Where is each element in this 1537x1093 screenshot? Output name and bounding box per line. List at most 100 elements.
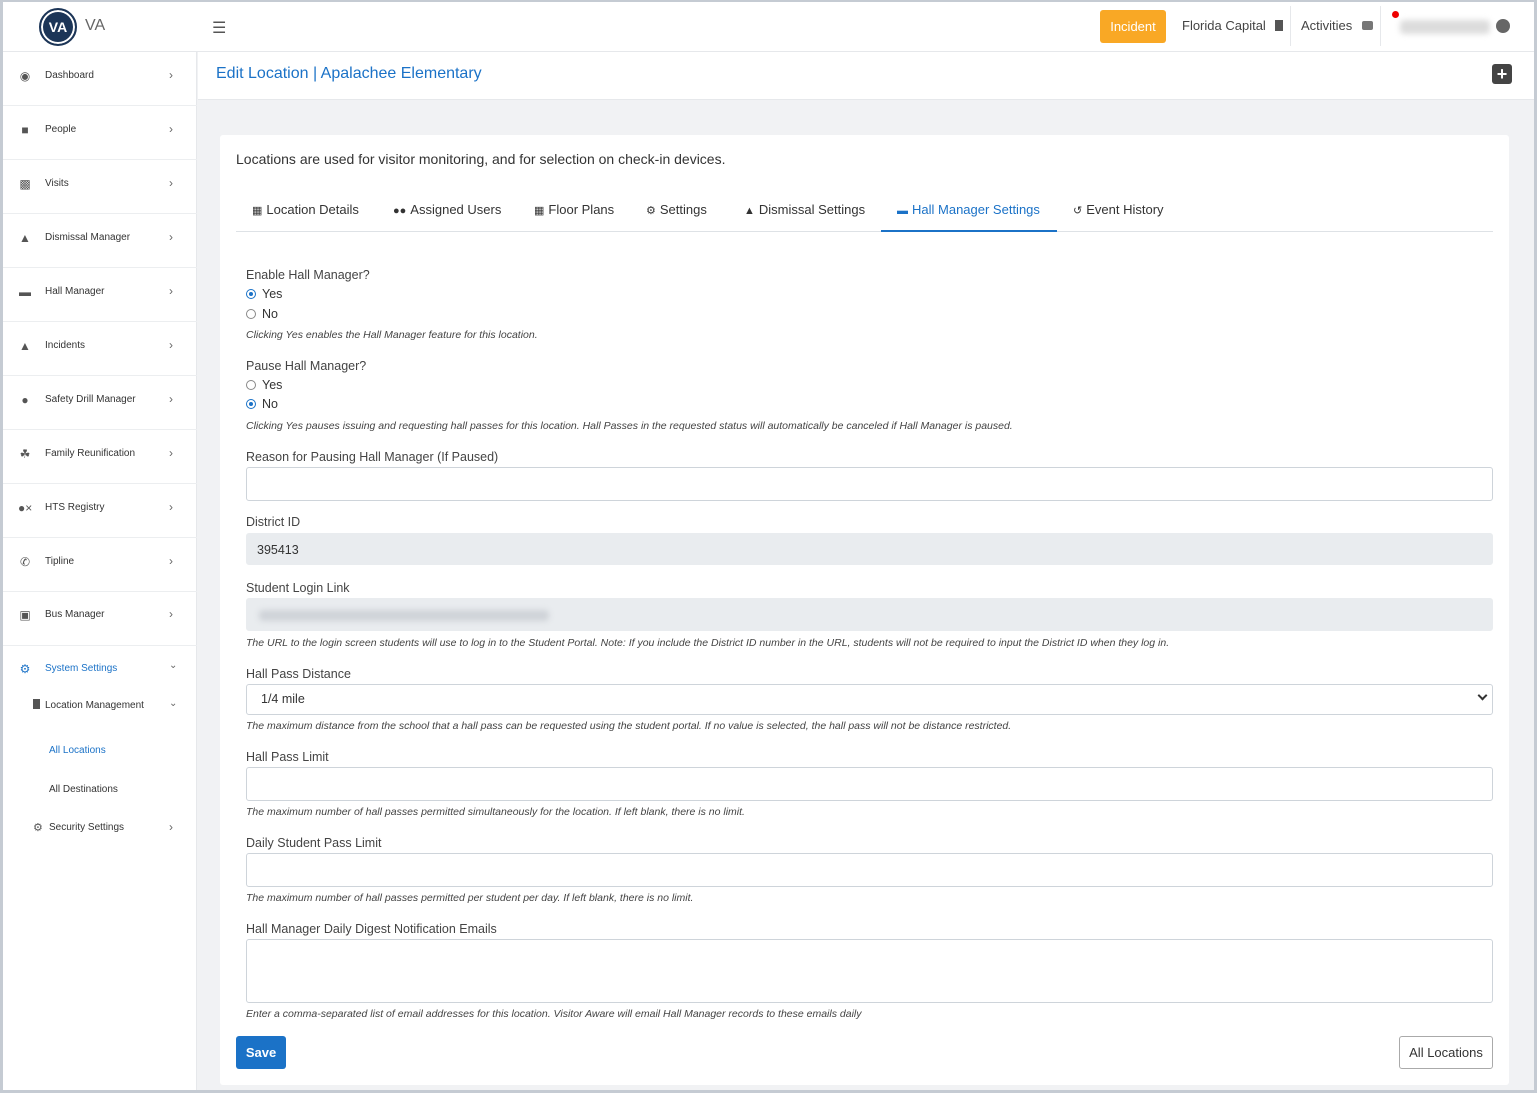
radio-unchecked-icon — [246, 309, 256, 319]
sidebar-item-label: Hall Manager — [45, 286, 105, 297]
sidebar-item-label: People — [45, 124, 77, 135]
sidebar-item-incidents[interactable]: ▲ Incidents › — [3, 322, 197, 376]
history-icon: ↺ — [1073, 205, 1083, 217]
sidebar-item-tipline[interactable]: ✆ Tipline › — [3, 538, 197, 592]
incident-button[interactable]: Incident — [1100, 10, 1166, 43]
sidebar-item-system-settings[interactable]: ⚙ System Settings ⌄ — [3, 646, 197, 686]
calendar-icon: ▩ — [19, 177, 31, 191]
hall-pass-limit-input[interactable] — [246, 767, 1493, 801]
daily-limit-label: Daily Student Pass Limit — [246, 836, 382, 850]
tab-label: Location Details — [266, 202, 359, 217]
tab-label: Hall Manager Settings — [912, 202, 1040, 217]
enable-no-radio[interactable]: No — [246, 307, 278, 321]
tab-assigned-users[interactable]: ●● Assigned Users — [393, 193, 501, 232]
sidebar-item-label: Security Settings — [49, 822, 125, 833]
sidebar-item-label: Dismissal Manager — [45, 232, 131, 243]
tab-label: Floor Plans — [548, 202, 615, 217]
sidebar-item-label: Bus Manager — [45, 609, 105, 620]
sidebar-item-location-management[interactable]: Location Management ⌄ — [3, 692, 197, 722]
sidebar-item-people[interactable]: ■ People › — [3, 106, 197, 160]
activities-menu[interactable]: Activities — [1301, 18, 1373, 33]
chevron-down-icon — [1477, 690, 1488, 701]
sidebar-item-safety-drill-manager[interactable]: ● Safety Drill Manager › — [3, 376, 197, 430]
sidebar-item-dashboard[interactable]: ◉ Dashboard › — [3, 52, 197, 106]
sidebar-item-security-settings[interactable]: ⚙ Security Settings › — [3, 814, 197, 844]
main-card: Locations are used for visitor monitorin… — [220, 135, 1509, 1085]
sidebar-item-dismissal-manager[interactable]: ▲ Dismissal Manager › — [3, 214, 197, 268]
tab-floor-plans[interactable]: ▦ Floor Plans — [534, 193, 614, 232]
enable-hall-manager-label: Enable Hall Manager? — [246, 268, 370, 282]
user-avatar-icon[interactable] — [1496, 19, 1510, 33]
sidebar-item-hall-manager[interactable]: ▬ Hall Manager › — [3, 268, 197, 322]
student-login-help-text: The URL to the login screen students wil… — [246, 637, 1170, 649]
location-label: Florida Capital — [1182, 18, 1266, 33]
car-icon: ▲ — [744, 205, 755, 217]
chevron-right-icon: › — [169, 500, 173, 514]
radio-unchecked-icon — [246, 380, 256, 390]
hand-icon: ☘ — [19, 447, 31, 461]
student-login-label: Student Login Link — [246, 581, 350, 595]
bus-icon: ▣ — [19, 608, 31, 622]
add-button[interactable]: + — [1492, 64, 1512, 84]
sidebar-item-all-destinations[interactable]: All Destinations — [49, 784, 118, 795]
daily-limit-input[interactable] — [246, 853, 1493, 887]
id-badge-icon: ■ — [21, 123, 29, 137]
app-logo[interactable]: VA — [39, 8, 77, 46]
chevron-right-icon: › — [169, 176, 173, 190]
sidebar-item-visits[interactable]: ▩ Visits › — [3, 160, 197, 214]
users-icon: ●● — [393, 205, 407, 217]
pause-no-radio[interactable]: No — [246, 397, 278, 411]
menu-toggle-icon[interactable]: ☰ — [212, 18, 226, 38]
district-id-field: 395413 — [246, 533, 1493, 565]
pause-help-text: Clicking Yes pauses issuing and requesti… — [246, 420, 1013, 432]
save-button[interactable]: Save — [236, 1036, 286, 1069]
pause-yes-radio[interactable]: Yes — [246, 378, 282, 392]
sidebar-item-label: HTS Registry — [45, 502, 105, 513]
ticket-icon: ▬ — [897, 205, 908, 217]
brand-name: VA — [85, 17, 106, 34]
logo-text: VA — [48, 19, 68, 35]
chevron-down-icon: ⌄ — [169, 698, 178, 709]
tab-settings[interactable]: ⚙ Settings — [646, 193, 707, 232]
digest-help-text: Enter a comma-separated list of email ad… — [246, 1008, 862, 1020]
digest-emails-textarea[interactable] — [246, 939, 1493, 1003]
distance-help-text: The maximum distance from the school tha… — [246, 720, 1012, 732]
digest-emails-label: Hall Manager Daily Digest Notification E… — [246, 922, 497, 936]
pause-hall-manager-label: Pause Hall Manager? — [246, 359, 367, 373]
sidebar-item-label: Location Management — [45, 700, 144, 711]
chevron-right-icon: › — [169, 68, 173, 82]
radio-label: Yes — [262, 287, 283, 301]
all-locations-button[interactable]: All Locations — [1399, 1036, 1493, 1069]
chevron-right-icon: › — [169, 230, 173, 244]
sidebar-item-hts-registry[interactable]: ●× HTS Registry › — [3, 484, 197, 538]
chevron-right-icon: › — [169, 338, 173, 352]
tab-label: Event History — [1086, 202, 1164, 217]
phone-icon: ✆ — [19, 555, 31, 569]
gear-icon: ⚙ — [19, 662, 31, 676]
reason-input[interactable] — [246, 467, 1493, 501]
tab-event-history[interactable]: ↺ Event History — [1073, 193, 1164, 232]
sidebar-item-label: Dashboard — [45, 70, 94, 81]
enable-help-text: Clicking Yes enables the Hall Manager fe… — [246, 329, 538, 341]
chevron-down-icon: ⌄ — [169, 660, 178, 671]
sidebar-item-all-locations[interactable]: All Locations — [49, 745, 106, 756]
sidebar-item-label: Family Reunification — [45, 448, 136, 459]
sidebar-item-label: Incidents — [45, 340, 86, 351]
hall-pass-distance-label: Hall Pass Distance — [246, 667, 351, 681]
page-title: Edit Location | Apalachee Elementary — [216, 65, 482, 82]
reason-label: Reason for Pausing Hall Manager (If Paus… — [246, 450, 499, 464]
hall-pass-limit-label: Hall Pass Limit — [246, 750, 329, 764]
sidebar-item-family-reunification[interactable]: ☘ Family Reunification › — [3, 430, 197, 484]
tab-hall-manager-settings[interactable]: ▬ Hall Manager Settings — [881, 193, 1057, 232]
enable-yes-radio[interactable]: Yes — [246, 287, 282, 301]
radio-checked-icon — [246, 289, 256, 299]
top-bar: VA VA ☰ Incident Florida Capital Activit… — [0, 0, 1537, 52]
tab-dismissal-settings[interactable]: ▲ Dismissal Settings — [744, 193, 865, 232]
tab-location-details[interactable]: ▦ Location Details — [252, 193, 359, 232]
location-selector[interactable]: Florida Capital — [1182, 18, 1284, 33]
hall-pass-distance-select[interactable]: 1/4 mile — [246, 684, 1493, 715]
sidebar-item-label: Visits — [45, 178, 69, 189]
dashboard-icon: ◉ — [19, 69, 31, 83]
user-name[interactable] — [1400, 20, 1490, 34]
sidebar-item-bus-manager[interactable]: ▣ Bus Manager › — [3, 592, 197, 646]
